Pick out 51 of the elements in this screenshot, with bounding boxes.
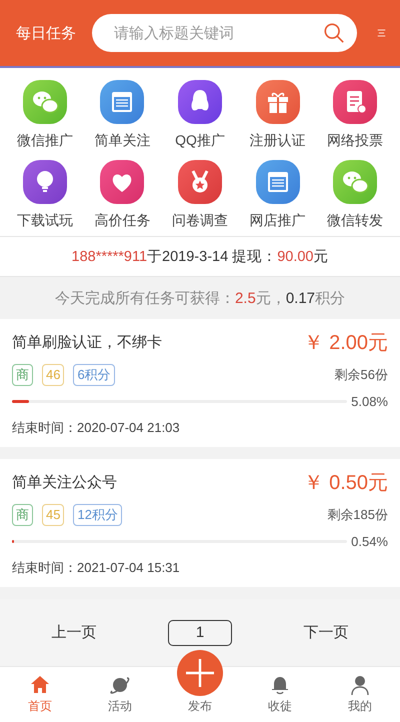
tab-item[interactable]: 我的 <box>320 667 400 718</box>
page-icon <box>100 80 144 124</box>
next-page-link[interactable]: 下一页 <box>303 623 348 642</box>
gift-icon <box>256 80 300 124</box>
tab-item[interactable]: 首页 <box>0 667 80 718</box>
category-item[interactable]: 微信转发 <box>316 160 394 230</box>
bulb-icon <box>22 160 67 204</box>
task-tag: 45 <box>42 504 64 526</box>
category-item[interactable]: 下载试玩 <box>6 160 84 230</box>
category-item[interactable]: 网店推广 <box>238 160 316 230</box>
task-tag: 6积分 <box>73 364 115 386</box>
search-field[interactable]: 请输入标题关键词 <box>92 14 357 52</box>
end-time: 结束时间：2021-07-04 15:31 <box>12 559 181 577</box>
tab-item[interactable]: 发布 <box>160 643 240 718</box>
task-title: 简单关注公众号 <box>12 473 117 492</box>
category-item[interactable]: 简单关注 <box>84 80 162 150</box>
page-title: 每日任务 <box>16 24 76 42</box>
page-number-field[interactable]: 1 <box>168 620 232 646</box>
prev-page-link[interactable]: 上一页 <box>52 623 97 642</box>
search-icon[interactable] <box>323 22 345 44</box>
medal-icon <box>178 160 222 204</box>
tab-item[interactable]: 活动 <box>80 667 160 718</box>
earnings-summary: 今天完成所有任务可获得：2.5元，0.17积分 <box>54 288 346 308</box>
task-tag: 12积分 <box>73 504 122 526</box>
home-icon[interactable] <box>29 674 51 696</box>
task-price: ￥ 0.50元 <box>304 471 388 496</box>
page-icon <box>256 160 300 204</box>
task-tag: 商 <box>12 364 33 386</box>
category-item[interactable]: 注册认证 <box>238 80 316 150</box>
category-item[interactable]: 网络投票 <box>316 80 394 150</box>
bell-icon[interactable] <box>269 674 291 696</box>
progress-percent: 5.08% <box>351 394 388 409</box>
progress-percent: 0.54% <box>351 534 388 549</box>
plus-icon[interactable] <box>177 650 223 696</box>
category-item[interactable]: 微信推广 <box>6 80 84 150</box>
category-item[interactable]: QQ推广 <box>161 80 239 150</box>
remaining-count: 剩余185份 <box>327 506 388 524</box>
task-tag: 46 <box>42 364 64 386</box>
chat-icon <box>333 160 378 204</box>
person-icon[interactable] <box>349 674 371 696</box>
chat-icon <box>22 80 67 124</box>
category-item[interactable]: 高价任务 <box>84 160 162 230</box>
end-time: 结束时间：2020-07-04 21:03 <box>12 419 181 437</box>
task-title: 简单刷脸认证，不绑卡 <box>12 333 162 352</box>
task-tag: 商 <box>12 504 33 526</box>
task-price: ￥ 2.00元 <box>304 331 388 356</box>
penguin-icon <box>178 80 222 124</box>
category-item[interactable]: 问卷调查 <box>161 160 239 230</box>
tab-item[interactable]: 收徒 <box>240 667 320 718</box>
clipboard-icon <box>333 80 378 124</box>
remaining-count: 剩余56份 <box>334 366 388 384</box>
